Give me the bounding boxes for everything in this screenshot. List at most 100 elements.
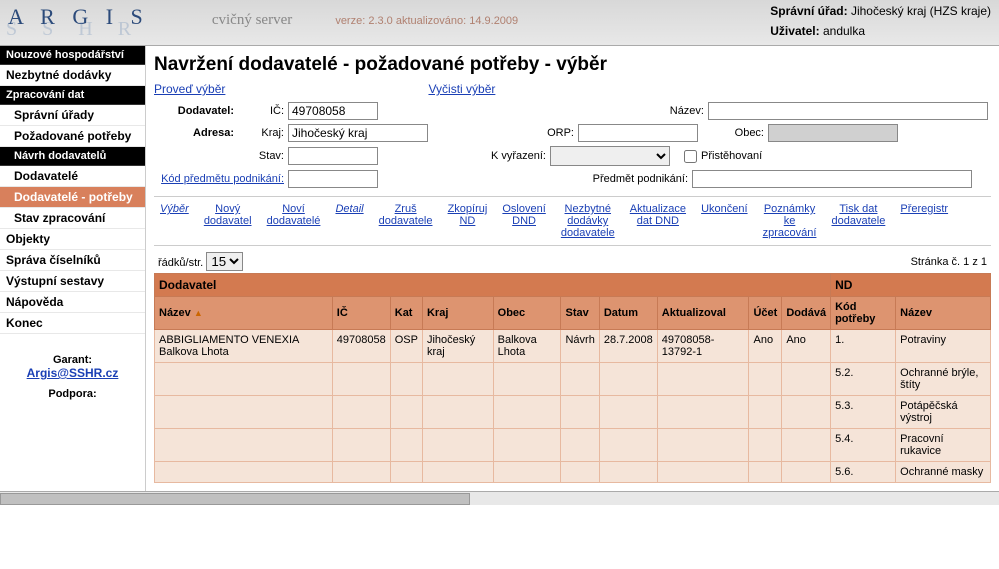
input-kraj[interactable]	[288, 124, 428, 142]
cell-kraj	[422, 462, 493, 483]
cell-dodava	[782, 363, 831, 396]
act-vyber[interactable]: Výběr	[154, 203, 195, 215]
cell-kraj: Jihočeský kraj	[422, 330, 493, 363]
action-bar: Výběr Novýdodavatel Novídodavatelé Detai…	[154, 196, 991, 246]
link-kod-predmetu[interactable]: Kód předmětu podnikání:	[154, 173, 284, 185]
input-predmet[interactable]	[692, 170, 972, 188]
cell-kod: 5.6.	[831, 462, 896, 483]
th-kraj[interactable]: Kraj	[422, 297, 493, 330]
lbl-stav: Stav:	[238, 150, 284, 162]
page-title: Navržení dodavatelé - požadované potřeby…	[154, 54, 991, 76]
input-kod-predmetu[interactable]	[288, 170, 378, 188]
nav-nezbytne[interactable]: Nezbytné dodávky	[0, 65, 145, 86]
scrollbar-thumb[interactable]	[0, 493, 470, 505]
nav-vystup[interactable]: Výstupní sestavy	[0, 271, 145, 292]
table-row[interactable]: 5.2.Ochranné brýle, štíty	[155, 363, 991, 396]
cell-nazev	[155, 363, 333, 396]
cell-kraj	[422, 363, 493, 396]
nav-sprava[interactable]: Správa číselníků	[0, 250, 145, 271]
nav-navrh[interactable]: Návrh dodavatelů	[0, 147, 145, 166]
th-ic[interactable]: IČ	[332, 297, 390, 330]
act-zrus[interactable]: Zrušdodavatele	[373, 203, 439, 227]
horizontal-scrollbar[interactable]	[0, 491, 999, 505]
cell-ndnazev: Ochranné masky	[896, 462, 991, 483]
act-preregistr[interactable]: Přeregistr	[894, 203, 954, 215]
nav-nouzove[interactable]: Nouzové hospodářství	[0, 46, 145, 65]
cell-kraj	[422, 429, 493, 462]
th-dodava[interactable]: Dodává	[782, 297, 831, 330]
nav-dod-potreby[interactable]: Dodavatelé - potřeby	[0, 187, 145, 208]
cell-ic	[332, 462, 390, 483]
user-value: andulka	[823, 24, 865, 38]
lbl-page-info: Stránka č. 1 z 1	[911, 256, 987, 268]
act-osloveni[interactable]: OsloveníDND	[496, 203, 551, 227]
link-vycisti-vyber[interactable]: Vyčisti výběr	[428, 82, 495, 96]
version-label: verze: 2.3.0 aktualizováno: 14.9.2009	[335, 15, 518, 27]
table-row[interactable]: ABBIGLIAMENTO VENEXIA Balkova Lhota49708…	[155, 330, 991, 363]
th-group-nd: ND	[831, 274, 991, 297]
input-nazev[interactable]	[708, 102, 988, 120]
garant-link[interactable]: Argis@SSHR.cz	[27, 366, 119, 380]
cell-datum: 28.7.2008	[599, 330, 657, 363]
cell-nazev	[155, 462, 333, 483]
lbl-nazev: Název:	[658, 105, 704, 117]
cell-dodava: Ano	[782, 330, 831, 363]
th-kat[interactable]: Kat	[390, 297, 422, 330]
cell-ucet	[749, 462, 782, 483]
input-obec[interactable]	[768, 124, 898, 142]
cell-kod: 5.4.	[831, 429, 896, 462]
link-proved-vyber[interactable]: Proveď výběr	[154, 82, 225, 96]
th-nazev[interactable]: Název ▲	[155, 297, 333, 330]
table-row[interactable]: 5.6.Ochranné masky	[155, 462, 991, 483]
table-row[interactable]: 5.3.Potápěčská výstroj	[155, 396, 991, 429]
chk-pristehovani[interactable]	[684, 150, 697, 163]
cell-stav	[561, 429, 599, 462]
act-aktualizace[interactable]: Aktualizacedat DND	[624, 203, 692, 227]
cell-stav	[561, 462, 599, 483]
cell-kat	[390, 429, 422, 462]
nav-napoveda[interactable]: Nápověda	[0, 292, 145, 313]
th-stav[interactable]: Stav	[561, 297, 599, 330]
act-novy-dodavatel[interactable]: Novýdodavatel	[198, 203, 258, 227]
act-tisk[interactable]: Tisk datdodavatele	[826, 203, 892, 227]
nav-pozadovane[interactable]: Požadované potřeby	[0, 126, 145, 147]
cell-datum	[599, 396, 657, 429]
nav-konec[interactable]: Konec	[0, 313, 145, 334]
select-rows-per-page[interactable]: 15	[206, 252, 243, 271]
cell-akt	[657, 462, 749, 483]
cell-ucet	[749, 363, 782, 396]
th-ucet[interactable]: Účet	[749, 297, 782, 330]
th-obec[interactable]: Obec	[493, 297, 561, 330]
act-ukonceni[interactable]: Ukončení	[695, 203, 753, 215]
input-orp[interactable]	[578, 124, 698, 142]
lbl-predmet: Předmět podnikání:	[568, 173, 688, 185]
act-detail[interactable]: Detail	[329, 203, 369, 215]
th-ndnazev[interactable]: Název	[896, 297, 991, 330]
nav-dodavatele[interactable]: Dodavatelé	[0, 166, 145, 187]
cell-akt	[657, 429, 749, 462]
act-novi-dodavatele[interactable]: Novídodavatelé	[261, 203, 327, 227]
act-nezbytne[interactable]: Nezbytnédodávkydodavatele	[555, 203, 621, 239]
nav-zpracovani[interactable]: Zpracování dat	[0, 86, 145, 105]
th-kod[interactable]: Kód potřeby	[831, 297, 896, 330]
cell-ucet	[749, 429, 782, 462]
nav-spravni[interactable]: Správní úřady	[0, 105, 145, 126]
main-content: Navržení dodavatelé - požadované potřeby…	[146, 46, 999, 491]
input-ic[interactable]	[288, 102, 378, 120]
cell-ndnazev: Pracovní rukavice	[896, 429, 991, 462]
table-row[interactable]: 5.4.Pracovní rukavice	[155, 429, 991, 462]
act-poznamky[interactable]: Poznámkykezpracování	[757, 203, 823, 239]
input-stav[interactable]	[288, 147, 378, 165]
select-kvyrazeni[interactable]	[550, 146, 670, 166]
lbl-orp: ORP:	[528, 127, 574, 139]
podpora-label: Podpora:	[0, 388, 145, 400]
cell-akt	[657, 363, 749, 396]
th-datum[interactable]: Datum	[599, 297, 657, 330]
nav-objekty[interactable]: Objekty	[0, 229, 145, 250]
nav-stav[interactable]: Stav zpracování	[0, 208, 145, 229]
cell-kod: 5.3.	[831, 396, 896, 429]
lbl-adresa: Adresa:	[154, 127, 234, 139]
th-akt[interactable]: Aktualizoval	[657, 297, 749, 330]
cell-dodava	[782, 462, 831, 483]
act-zkopiruj[interactable]: ZkopírujND	[442, 203, 494, 227]
